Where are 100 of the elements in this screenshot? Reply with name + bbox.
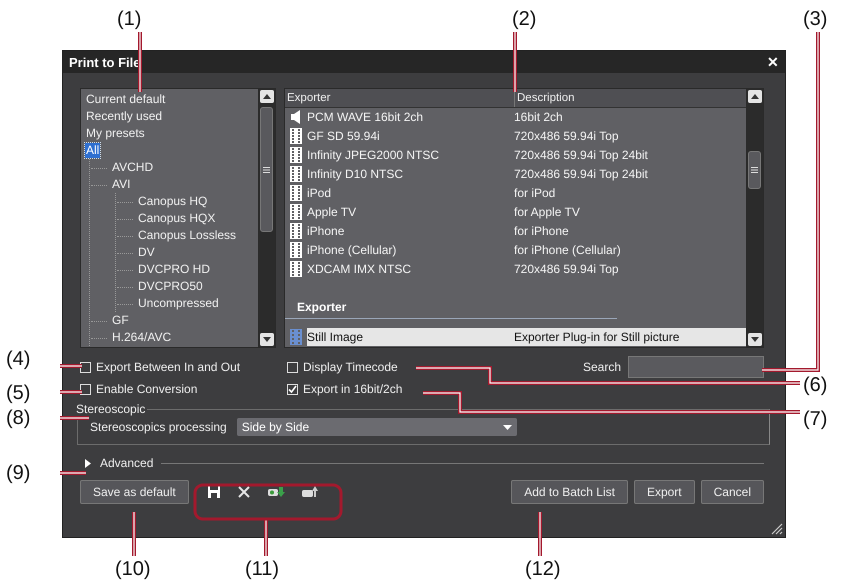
dialog-button[interactable]: Export — [634, 480, 695, 504]
callout-label: (5) — [6, 382, 30, 404]
tree-item[interactable]: AVCHD — [111, 160, 154, 175]
film-strip-icon — [290, 128, 302, 144]
callout-label: (1) — [117, 8, 142, 30]
save-default-button[interactable]: Save as default — [80, 480, 189, 504]
exporter-row[interactable]: GF SD 59.94i 720x486 59.94i Top — [307, 127, 746, 146]
callout-label: (4) — [6, 348, 30, 370]
tree-item[interactable]: Uncompressed — [137, 296, 220, 311]
scroll-down-icon[interactable] — [260, 333, 274, 346]
scroll-thumb[interactable] — [260, 107, 273, 232]
field-label: Stereoscopics processing — [90, 420, 227, 434]
exporter-name: Infinity D10 NTSC — [307, 167, 404, 182]
tree-item[interactable]: DVCPRO50 — [137, 279, 204, 294]
callout-label: (11) — [245, 558, 280, 580]
scroll-down-icon[interactable] — [748, 333, 762, 346]
film-strip-icon — [290, 222, 302, 239]
exporter-description: Exporter Plug-in for Still picture — [513, 330, 680, 344]
tree-item[interactable]: Recently used — [85, 109, 164, 124]
search-label: Search — [582, 360, 621, 374]
leader-line — [264, 519, 268, 556]
column-header[interactable]: Description — [515, 89, 575, 107]
tree-item[interactable]: DV — [137, 245, 156, 260]
tree-item[interactable]: Canopus HQX — [137, 211, 216, 226]
checkbox-option[interactable]: Enable Conversion — [80, 382, 287, 396]
exporter-description: 720x486 59.94i Top — [513, 262, 619, 276]
delete-icon[interactable] — [236, 485, 251, 499]
checkbox[interactable] — [80, 384, 91, 394]
checkbox[interactable] — [287, 384, 298, 394]
scrollbar[interactable] — [258, 89, 275, 347]
film-strip-icon — [290, 185, 302, 201]
exporter-row[interactable]: Infinity JPEG2000 NTSC 720x486 59.94i Top 24bit — [307, 146, 746, 164]
group-header: Exporter — [285, 300, 617, 320]
tree-item[interactable]: H.264/AVC — [111, 330, 172, 345]
checkbox-option[interactable]: Export Between In and Out — [80, 360, 287, 374]
exporter-row[interactable]: iPod for iPod — [307, 184, 746, 202]
exporter-name: iPhone (Cellular) — [307, 242, 398, 257]
tree-item[interactable]: AVI — [111, 177, 132, 192]
dialog-button[interactable]: Add to Batch List — [511, 480, 628, 504]
tree-item[interactable]: GF — [111, 313, 130, 328]
film-strip-icon — [290, 260, 302, 277]
tree-item[interactable]: Canopus HQ — [137, 194, 208, 209]
exporter-row[interactable]: iPhone (Cellular) for iPhone (Cellular) — [307, 240, 746, 259]
dropdown[interactable]: Side by Side — [236, 418, 517, 436]
exporter-row[interactable]: Still Image Exporter Plug-in for Still picture — [307, 328, 746, 346]
checkbox-option[interactable]: Export in 16bit/2ch — [287, 382, 577, 396]
leader-line — [60, 364, 82, 368]
film-strip-icon — [290, 166, 302, 182]
group-title: Stereoscopic — [74, 402, 148, 416]
leader-line — [60, 471, 86, 475]
checkbox-option[interactable]: Display Timecode — [287, 360, 577, 374]
tree-item[interactable]: DVCPRO HD — [137, 262, 212, 277]
checkbox[interactable] — [287, 362, 298, 372]
exporter-row[interactable]: Infinity D10 NTSC 720x486 59.94i Top 24bit — [307, 165, 746, 184]
resize-grip-icon[interactable] — [769, 521, 783, 535]
film-strip-icon — [290, 147, 302, 164]
scroll-up-icon[interactable] — [748, 90, 762, 103]
checkbox[interactable] — [80, 362, 91, 372]
leader-line — [132, 512, 136, 556]
tree-item[interactable]: All — [85, 143, 100, 158]
callout-label: (8) — [6, 407, 30, 429]
callout-label: (12) — [525, 558, 561, 580]
tree-item[interactable]: Current default — [85, 92, 166, 107]
leader-line — [138, 32, 142, 92]
close-button[interactable]: ✕ — [767, 54, 779, 70]
callout-label: (2) — [512, 8, 536, 30]
scrollbar[interactable] — [746, 89, 763, 347]
tree-item[interactable]: Canopus Lossless — [137, 228, 238, 243]
callout-label: (9) — [6, 462, 30, 484]
exporter-name: iPhone — [307, 224, 346, 238]
exporter-name: XDCAM IMX NTSC — [307, 262, 412, 276]
dialog-button[interactable]: Cancel — [700, 480, 764, 504]
speaker-icon — [290, 109, 302, 126]
exporter-row[interactable]: XDCAM IMX NTSC 720x486 59.94i Top — [307, 260, 746, 278]
import-arrow-icon[interactable] — [266, 485, 285, 499]
callout-label: (3) — [803, 8, 828, 30]
exporter-name: Still Image — [307, 330, 364, 344]
exporter-description: for Apple TV — [513, 204, 580, 219]
export-arrow-icon[interactable] — [300, 485, 319, 499]
exporter-name: GF SD 59.94i — [307, 129, 381, 144]
exporter-row[interactable]: PCM WAVE 16bit 2ch 16bit 2ch — [307, 108, 746, 126]
callout-label: (6) — [803, 374, 828, 396]
scroll-thumb[interactable] — [748, 151, 761, 189]
scroll-up-icon[interactable] — [260, 90, 274, 103]
exporter-row[interactable]: Apple TV for Apple TV — [307, 202, 746, 221]
leader-line — [538, 512, 542, 556]
search-field[interactable] — [628, 356, 764, 378]
film-strip-icon — [290, 204, 302, 220]
film-strip-icon — [290, 329, 302, 346]
exporter-name: PCM WAVE 16bit 2ch — [307, 110, 424, 124]
section-toggle[interactable]: Advanced — [100, 456, 154, 470]
tree-item[interactable]: My presets — [85, 126, 146, 141]
column-header[interactable]: Exporter — [285, 89, 515, 107]
exporter-description: 16bit 2ch — [513, 110, 563, 124]
exporter-row[interactable]: iPhone for iPhone — [307, 222, 746, 240]
exporter-description: for iPod — [513, 186, 556, 200]
dropdown-caret-icon — [502, 424, 512, 430]
collapsed-triangle-icon[interactable] — [84, 458, 92, 468]
exporter-name: Apple TV — [307, 204, 358, 219]
callout-label: (7) — [803, 408, 828, 430]
